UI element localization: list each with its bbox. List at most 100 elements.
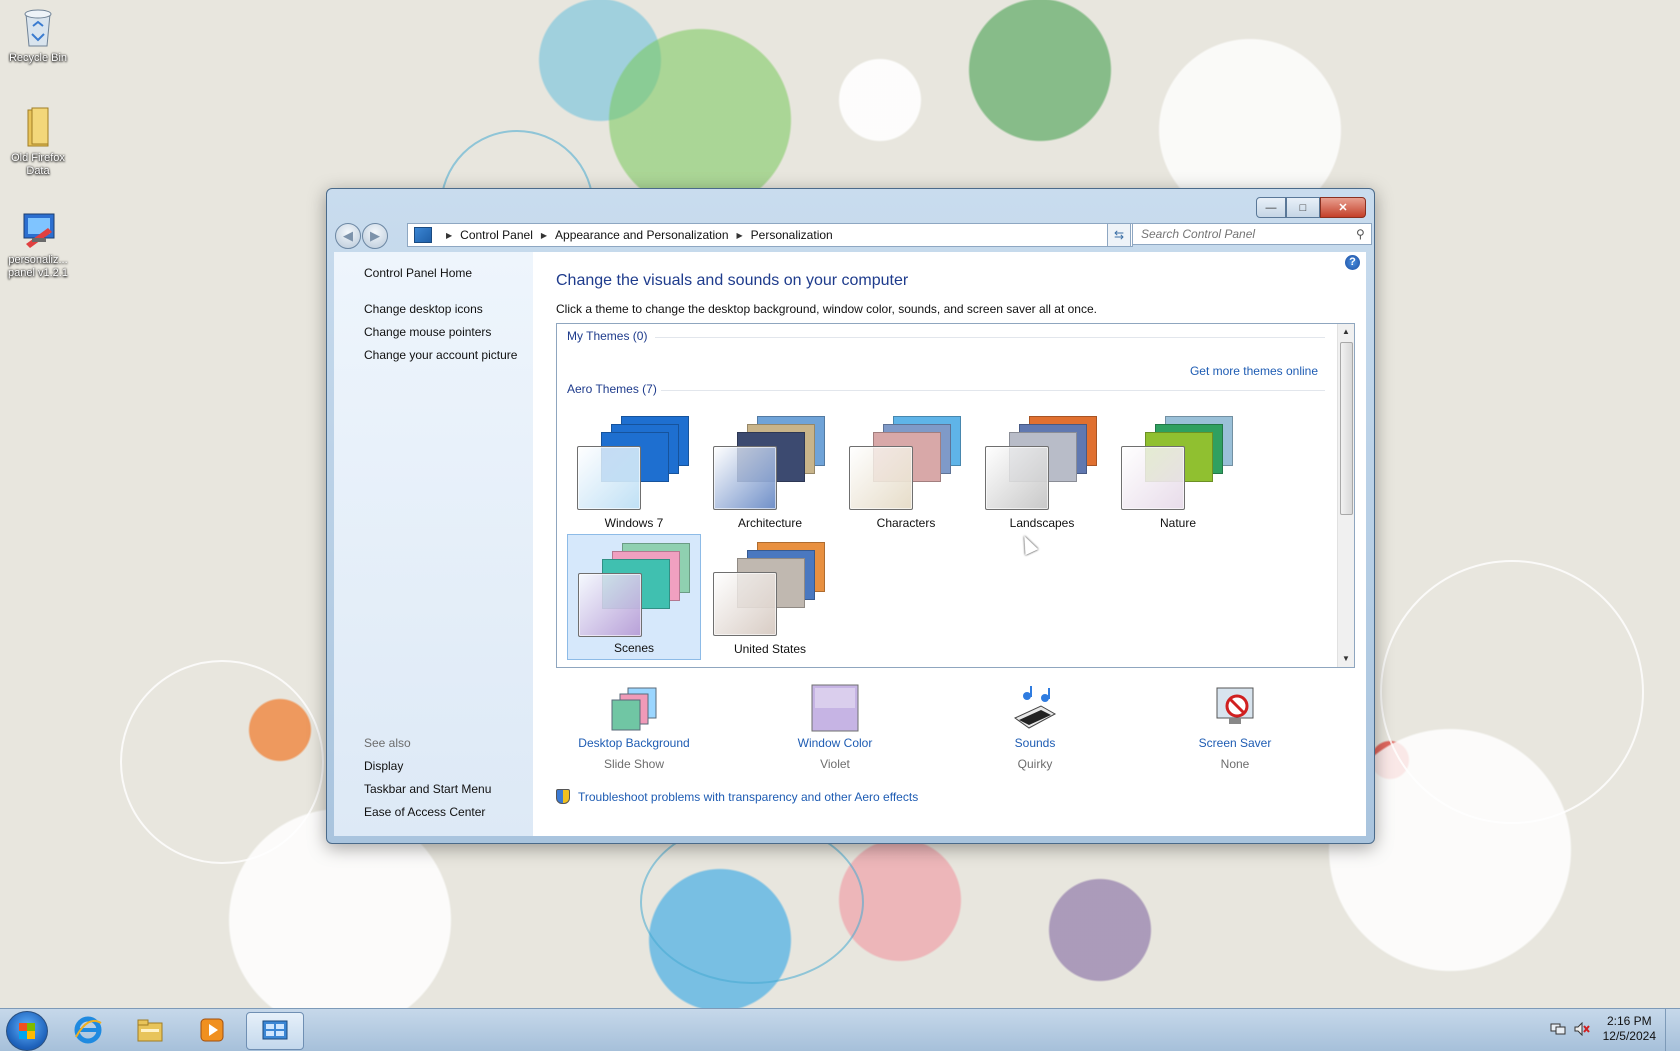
clock-date: 12/5/2024 — [1602, 1029, 1656, 1043]
breadcrumb-separator-icon: ▶ — [540, 230, 548, 240]
theme-list-scrollbar[interactable]: ▲ ▼ — [1337, 324, 1354, 667]
window-color-icon — [811, 684, 859, 732]
refresh-icon: ⇆ — [1113, 228, 1125, 242]
close-button[interactable]: ✕ — [1320, 197, 1366, 218]
desktop-icon-old-firefox-data[interactable]: Old Firefox Data — [0, 106, 76, 178]
page-title: Change the visuals and sounds on your co… — [556, 272, 909, 289]
breadcrumb-control-panel[interactable]: Control Panel — [460, 228, 533, 242]
theme-name: United States — [733, 642, 807, 656]
theme-name: Scenes — [613, 641, 655, 655]
screen-saver-label[interactable]: Screen Saver — [1155, 736, 1315, 750]
theme-tile[interactable]: Windows 7 — [567, 408, 701, 534]
sidebar-control-panel-home[interactable]: Control Panel Home — [364, 266, 472, 280]
wallpaper-swirl — [120, 660, 324, 864]
sounds-icon — [1011, 684, 1059, 732]
theme-color-swatch — [985, 446, 1049, 510]
refresh-button[interactable]: ⇆ — [1107, 223, 1131, 247]
sidebar-change-mouse-pointers[interactable]: Change mouse pointers — [364, 325, 491, 339]
theme-color-swatch — [713, 572, 777, 636]
show-desktop-button[interactable] — [1665, 1009, 1680, 1051]
theme-tile[interactable]: Nature — [1111, 408, 1245, 534]
start-button[interactable] — [6, 1011, 48, 1051]
troubleshoot-label[interactable]: Troubleshoot problems with transparency … — [578, 790, 918, 804]
theme-thumbnail — [577, 416, 689, 510]
forward-arrow-icon: ▶ — [370, 228, 380, 243]
control-panel-icon — [262, 1020, 288, 1040]
group-divider — [655, 337, 1325, 338]
personalization-panel-icon — [18, 208, 58, 250]
help-icon[interactable]: ? — [1345, 255, 1360, 270]
theme-color-swatch — [713, 446, 777, 510]
scroll-down-icon[interactable]: ▼ — [1338, 651, 1354, 667]
taskbar-internet-explorer[interactable] — [60, 1012, 116, 1048]
desktop-background-icon — [610, 684, 658, 732]
address-bar[interactable]: ▶ Control Panel ▶ Appearance and Persona… — [407, 223, 1133, 247]
breadcrumb-personalization[interactable]: Personalization — [751, 228, 833, 242]
sidebar-ease-of-access-center[interactable]: Ease of Access Center — [364, 805, 485, 819]
theme-color-swatch — [577, 446, 641, 510]
theme-tile[interactable]: United States — [703, 534, 837, 660]
search-input[interactable] — [1132, 223, 1372, 245]
forward-button[interactable]: ▶ — [362, 223, 388, 249]
desktop-icon-label: Old Firefox Data — [11, 152, 65, 177]
sidebar-change-account-picture[interactable]: Change your account picture — [364, 348, 517, 362]
desktop-icon-label: Recycle Bin — [8, 52, 68, 64]
taskbar-windows-explorer[interactable] — [122, 1012, 178, 1048]
theme-thumbnail — [713, 416, 825, 510]
theme-name: Windows 7 — [604, 516, 664, 530]
sidebar-taskbar-and-start-menu[interactable]: Taskbar and Start Menu — [364, 782, 491, 796]
windows-logo-icon — [19, 1023, 35, 1039]
get-more-themes-link[interactable]: Get more themes online — [1190, 364, 1318, 378]
window-color-value: Violet — [820, 757, 850, 771]
sidebar-display[interactable]: Display — [364, 759, 403, 773]
theme-thumbnail — [849, 416, 961, 510]
sounds-label[interactable]: Sounds — [955, 736, 1115, 750]
theme-tile[interactable]: Landscapes — [975, 408, 1109, 534]
sidebar-change-desktop-icons[interactable]: Change desktop icons — [364, 302, 483, 316]
back-arrow-icon: ◀ — [343, 228, 353, 243]
taskbar-media-player[interactable] — [184, 1012, 240, 1048]
window-color-label[interactable]: Window Color — [755, 736, 915, 750]
personalization-window: — □ ✕ ◀ ▶ ▶ Control Panel ▶ Appearance a… — [326, 188, 1375, 844]
screen-saver-icon — [1211, 684, 1259, 732]
sounds-option[interactable]: Sounds Quirky — [955, 684, 1115, 771]
back-button[interactable]: ◀ — [335, 223, 361, 249]
scrollbar-thumb[interactable] — [1340, 342, 1353, 515]
desktop-icon-personalization-panel[interactable]: personaliz... panel v1.2.1 — [0, 208, 76, 280]
wallpaper-swirl — [640, 820, 864, 984]
theme-thumbnail — [985, 416, 1097, 510]
taskbar-control-panel[interactable] — [246, 1012, 304, 1050]
theme-name: Nature — [1159, 516, 1197, 530]
minimize-button[interactable]: — — [1256, 197, 1286, 218]
main-content: ? Change the visuals and sounds on your … — [533, 252, 1366, 836]
volume-muted-icon[interactable] — [1574, 1022, 1590, 1036]
theme-thumbnail — [578, 543, 690, 637]
theme-thumbnail — [1121, 416, 1233, 510]
screen-saver-option[interactable]: Screen Saver None — [1155, 684, 1315, 771]
theme-color-swatch — [849, 446, 913, 510]
group-divider — [661, 390, 1325, 391]
search-icon[interactable]: ⚲ — [1356, 227, 1365, 241]
theme-color-swatch — [1121, 446, 1185, 510]
taskbar: 2:16 PM 12/5/2024 — [0, 1008, 1680, 1051]
network-icon[interactable] — [1550, 1022, 1566, 1036]
desktop-icon-recycle-bin[interactable]: Recycle Bin — [0, 6, 76, 65]
maximize-button[interactable]: □ — [1286, 197, 1320, 218]
troubleshoot-link[interactable]: Troubleshoot problems with transparency … — [556, 789, 918, 804]
desktop-background-label[interactable]: Desktop Background — [554, 736, 714, 750]
scroll-up-icon[interactable]: ▲ — [1338, 324, 1354, 340]
see-also-label: See also — [364, 736, 411, 750]
theme-name: Architecture — [737, 516, 803, 530]
system-clock[interactable]: 2:16 PM 12/5/2024 — [1603, 1014, 1656, 1044]
breadcrumb-appearance-and-personalization[interactable]: Appearance and Personalization — [555, 228, 728, 242]
desktop-background-option[interactable]: Desktop Background Slide Show — [554, 684, 714, 771]
window-controls: — □ ✕ — [1256, 197, 1366, 218]
theme-tile[interactable]: Scenes — [567, 534, 701, 660]
sidebar: Control Panel Home Change desktop icons … — [334, 252, 533, 836]
theme-name: Characters — [876, 516, 936, 530]
media-player-icon — [200, 1018, 224, 1042]
theme-tile[interactable]: Characters — [839, 408, 973, 534]
window-color-option[interactable]: Window Color Violet — [755, 684, 915, 771]
theme-tile[interactable]: Architecture — [703, 408, 837, 534]
desktop-icon-label: personaliz... panel v1.2.1 — [8, 254, 68, 279]
